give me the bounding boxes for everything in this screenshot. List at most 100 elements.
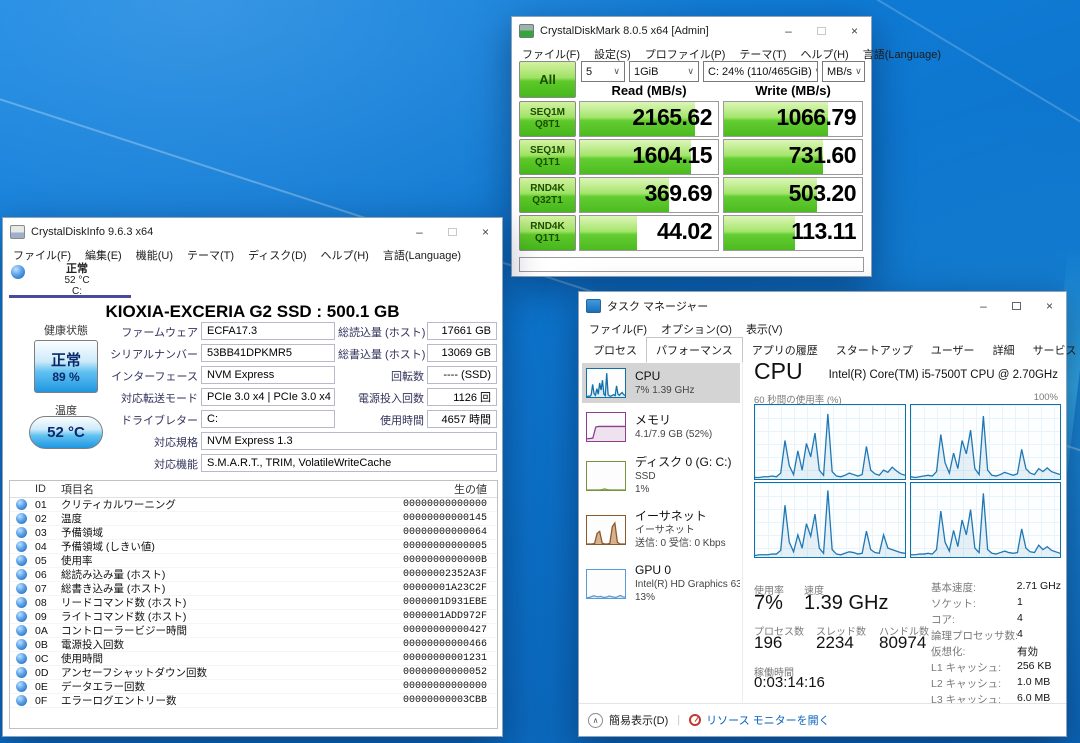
tab-performance[interactable]: パフォーマンス xyxy=(646,337,743,363)
maximize-button[interactable] xyxy=(436,218,469,245)
field-label: 対応転送モード xyxy=(63,390,198,406)
status-dot-icon xyxy=(16,541,27,552)
menu-options[interactable]: オプション(O) xyxy=(654,319,739,339)
smart-row: 0C使用時間00000000001231 xyxy=(10,652,497,666)
desktop: CrystalDiskMark 8.0.5 x64 [Admin] – × ファ… xyxy=(0,0,1080,743)
smart-col-raw: 生の値 xyxy=(379,481,497,497)
status-dot-icon xyxy=(16,653,27,664)
disk-mini-graph xyxy=(586,461,626,491)
cpu-core-graph-2[interactable] xyxy=(910,404,1061,480)
smart-row: 0Aコントローラービジー時間00000000000427 xyxy=(10,624,497,638)
maximize-button[interactable] xyxy=(1000,292,1033,319)
smart-col-id: ID xyxy=(35,483,61,495)
menu-language[interactable]: 言語(Language) xyxy=(376,245,468,265)
disk-tab-temp: 52 °C xyxy=(64,275,89,286)
field-value: ---- (SSD) xyxy=(427,366,497,384)
crystaldiskmark-window: CrystalDiskMark 8.0.5 x64 [Admin] – × ファ… xyxy=(511,16,872,277)
tab-startup[interactable]: スタートアップ xyxy=(827,338,922,362)
close-button[interactable]: × xyxy=(1033,292,1066,319)
test-count-select[interactable]: 5∨ xyxy=(581,61,625,82)
field-value: PCIe 3.0 x4 | PCIe 3.0 x4 xyxy=(201,388,335,406)
menu-help[interactable]: ヘルプ(H) xyxy=(314,245,376,265)
detail-row: L2 キャッシュ:1.0 MB xyxy=(931,676,1061,691)
run-all-button[interactable]: All xyxy=(519,61,576,98)
write-result-cell[interactable]: 113.11 xyxy=(723,215,863,251)
menu-edit[interactable]: 編集(E) xyxy=(78,245,129,265)
task-manager-window: タスク マネージャー – × ファイル(F) オプション(O) 表示(V) プロ… xyxy=(578,291,1067,737)
title-bar: CrystalDiskInfo 9.6.3 x64 – × xyxy=(3,218,502,245)
sidebar-item-gpu0[interactable]: GPU 0 Intel(R) HD Graphics 630 13% xyxy=(582,559,740,609)
cpu-chip-name: Intel(R) Core(TM) i5-7500T CPU @ 2.70GHz xyxy=(829,369,1058,381)
menu-file[interactable]: ファイル(F) xyxy=(582,319,654,339)
test-type-button[interactable]: RND4KQ1T1 xyxy=(519,215,576,251)
menu-language[interactable]: 言語(Language) xyxy=(856,44,948,64)
read-result-cell[interactable]: 2165.62 xyxy=(579,101,719,137)
sidebar-item-memory[interactable]: メモリ 4.1/7.9 GB (52%) xyxy=(582,407,740,447)
sidebar-divider xyxy=(742,362,743,702)
field-value: NVM Express xyxy=(201,366,335,384)
detail-row: 論理プロセッサ数:4 xyxy=(931,628,1061,643)
read-result-cell[interactable]: 44.02 xyxy=(579,215,719,251)
write-result-cell[interactable]: 731.60 xyxy=(723,139,863,175)
status-dot-icon xyxy=(16,527,27,538)
test-type-button[interactable]: SEQ1MQ1T1 xyxy=(519,139,576,175)
window-title: タスク マネージャー xyxy=(607,298,967,314)
smart-row: 0Fエラーログエントリー数00000000003CBB xyxy=(10,694,497,708)
sidebar-item-cpu[interactable]: CPU 7% 1.39 GHz xyxy=(582,363,740,403)
write-result-cell[interactable]: 1066.79 xyxy=(723,101,863,137)
disk-selector-tab[interactable]: 正常 52 °C C: xyxy=(3,264,502,298)
minimize-button[interactable]: – xyxy=(772,17,805,44)
graph-axis-max: 100% xyxy=(1034,392,1058,403)
close-button[interactable]: × xyxy=(469,218,502,245)
cpu-core-graph-3[interactable] xyxy=(754,482,906,558)
disk-status-dot-icon xyxy=(11,265,25,279)
test-type-button[interactable]: SEQ1MQ8T1 xyxy=(519,101,576,137)
memory-mini-graph xyxy=(586,412,626,442)
write-result-cell[interactable]: 503.20 xyxy=(723,177,863,213)
test-size-select[interactable]: 1GiB∨ xyxy=(629,61,699,82)
tab-services[interactable]: サービス xyxy=(1024,338,1080,362)
smart-row: 03予備領域00000000000064 xyxy=(10,526,497,540)
menu-theme[interactable]: テーマ(T) xyxy=(180,245,241,265)
smart-row: 07総書き込み量 (ホスト)00000001A23C2F xyxy=(10,582,497,596)
field-label: ファームウェア xyxy=(63,324,198,340)
smart-attributes-table: ID 項目名 生の値 01クリティカルワーニング0000000000000002… xyxy=(9,480,498,729)
read-result-cell[interactable]: 1604.15 xyxy=(579,139,719,175)
minimize-button[interactable]: – xyxy=(403,218,436,245)
smart-table-body: 01クリティカルワーニング0000000000000002温度000000000… xyxy=(10,498,497,708)
crystaldiskinfo-app-icon xyxy=(10,225,25,239)
tab-details[interactable]: 詳細 xyxy=(984,338,1024,362)
maximize-button[interactable] xyxy=(805,17,838,44)
field-label: 総書込量 (ホスト) xyxy=(338,346,424,362)
simple-view-button[interactable]: 簡易表示(D) xyxy=(609,712,668,728)
tab-processes[interactable]: プロセス xyxy=(584,338,646,362)
cpu-core-graph-1[interactable] xyxy=(754,404,906,480)
menu-function[interactable]: 機能(U) xyxy=(129,245,180,265)
cpu-core-graph-4[interactable] xyxy=(910,482,1061,558)
status-bar xyxy=(519,257,864,272)
sidebar-item-ethernet[interactable]: イーサネット イーサネット 送信: 0 受信: 0 Kbps xyxy=(582,505,740,555)
smart-row: 04予備領域 (しきい値)00000000000005 xyxy=(10,540,497,554)
menu-disk[interactable]: ディスク(D) xyxy=(241,245,314,265)
crystaldiskinfo-window: CrystalDiskInfo 9.6.3 x64 – × ファイル(F) 編集… xyxy=(2,217,503,737)
minimize-button[interactable]: – xyxy=(967,292,1000,319)
close-button[interactable]: × xyxy=(838,17,871,44)
test-type-button[interactable]: RND4KQ32T1 xyxy=(519,177,576,213)
title-bar: タスク マネージャー – × xyxy=(579,292,1066,319)
detail-row: コア:4 xyxy=(931,612,1061,627)
smart-row: 05使用率0000000000000B xyxy=(10,554,497,568)
target-drive-select[interactable]: C: 24% (110/465GiB)∨ xyxy=(703,61,818,82)
status-dot-icon xyxy=(16,625,27,636)
smart-col-name: 項目名 xyxy=(61,481,379,497)
smart-row: 09ライトコマンド数 (ホスト)0000001ADD972F xyxy=(10,610,497,624)
sidebar-item-disk0[interactable]: ディスク 0 (G: C:) SSD 1% xyxy=(582,451,740,501)
chevron-down-icon: ∨ xyxy=(812,66,818,77)
read-result-cell[interactable]: 369.69 xyxy=(579,177,719,213)
open-resource-monitor-link[interactable]: リソース モニターを開く xyxy=(706,712,830,728)
unit-select[interactable]: MB/s∨ xyxy=(822,61,865,82)
chevron-down-icon: ∨ xyxy=(852,66,862,77)
menu-file[interactable]: ファイル(F) xyxy=(6,245,78,265)
result-bar xyxy=(724,216,795,250)
tab-users[interactable]: ユーザー xyxy=(922,338,984,362)
menu-view[interactable]: 表示(V) xyxy=(739,319,790,339)
